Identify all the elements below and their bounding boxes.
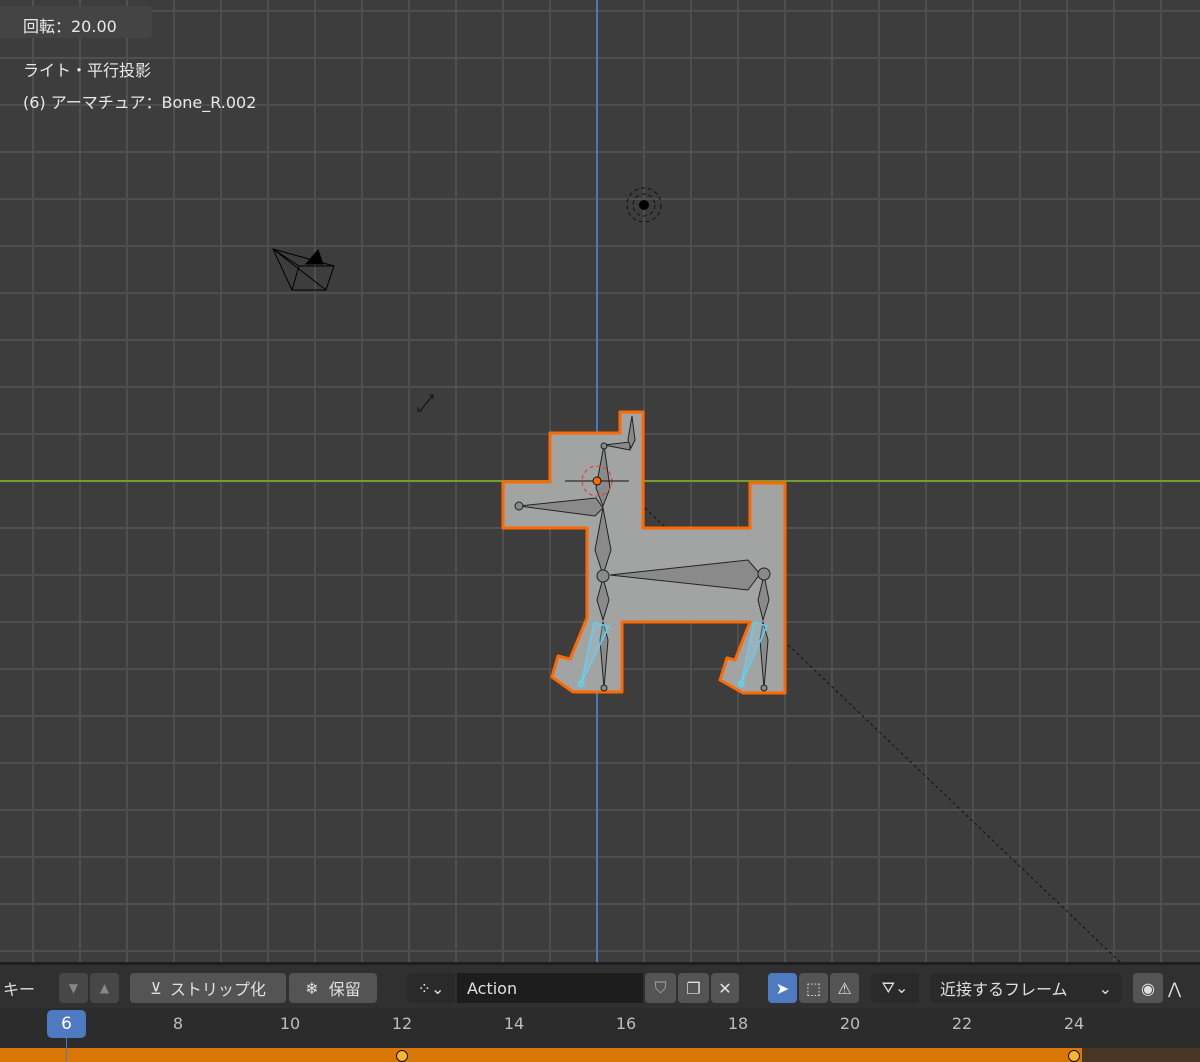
keys-menu[interactable]: キー [3, 973, 35, 1003]
frame-tick-label: 24 [1063, 1014, 1085, 1033]
frame-tick-label: 20 [839, 1014, 861, 1033]
action-track[interactable] [0, 1048, 1200, 1062]
frame-tick-label: 14 [503, 1014, 525, 1033]
keyframe-marker[interactable] [396, 1050, 408, 1062]
falloff-curve-icon: ⋀ [1168, 978, 1182, 998]
shield-icon: ⛉ [654, 978, 667, 997]
stash-button[interactable]: ❄ 保留 [289, 973, 377, 1003]
prev-action-button[interactable]: ▼ [59, 973, 88, 1003]
action-icon: ⁘⌄ [417, 978, 445, 998]
triangle-down-icon: ▼ [68, 981, 79, 995]
copy-icon: ❐ [686, 978, 701, 998]
snowflake-icon: ❄ [305, 978, 319, 998]
proportional-icon: ◉ [1141, 978, 1155, 998]
track-out-of-range [1082, 1048, 1200, 1062]
duplicate-action-button[interactable]: ❐ [678, 973, 709, 1003]
push-down-button[interactable]: ⊻ ストリップ化 [130, 973, 286, 1003]
push-down-icon: ⊻ [150, 978, 162, 998]
only-errors-toggle[interactable]: ⚠ [830, 973, 859, 1003]
frame-tick-label: 12 [391, 1014, 413, 1033]
dashed-box-icon: ⬚ [805, 978, 822, 998]
3d-viewport[interactable]: 回転：20.00 ライト・平行投影 (6) アーマチュア：Bone_R.002 [0, 0, 1200, 963]
current-frame-indicator[interactable]: 6 [47, 1010, 86, 1038]
frame-tick-label: 8 [172, 1014, 184, 1033]
playhead-line[interactable] [66, 1038, 67, 1062]
viewport-scene[interactable] [0, 0, 1200, 963]
snap-mode-label: 近接するフレーム [940, 980, 1068, 999]
fake-user-button[interactable]: ⛉ [645, 973, 676, 1003]
empty-arrows-icon [417, 394, 434, 412]
snap-mode-select[interactable]: 近接するフレーム ⌄ [930, 973, 1122, 1003]
only-selected-toggle[interactable]: ➤ [768, 973, 797, 1003]
frame-tick-label: 16 [615, 1014, 637, 1033]
filter-icon: ⛛⌄ [881, 978, 909, 997]
falloff-dropdown[interactable]: ⋀ [1168, 973, 1200, 1003]
camera-icon[interactable] [272, 248, 335, 291]
cursor-arrow-icon: ➤ [775, 978, 790, 998]
browse-action-button[interactable]: ⁘⌄ [407, 973, 455, 1003]
next-action-button[interactable]: ▲ [90, 973, 119, 1003]
show-hidden-toggle[interactable]: ⬚ [799, 973, 828, 1003]
unlink-action-button[interactable]: ✕ [711, 973, 739, 1003]
stash-label: 保留 [328, 980, 361, 999]
filter-dropdown[interactable]: ⛛⌄ [871, 973, 919, 1003]
frame-tick-label: 10 [279, 1014, 301, 1033]
frame-tick-label: 22 [951, 1014, 973, 1033]
keyframe-marker[interactable] [1068, 1050, 1080, 1062]
action-editor-header: キー ▼ ▲ ⊻ ストリップ化 ❄ 保留 ⁘⌄ Action ⛉ ❐ ✕ ➤ ⬚ ⚠… [0, 962, 1200, 1008]
chevron-down-icon: ⌄ [1098, 978, 1112, 998]
object-info: (6) アーマチュア：Bone_R.002 [23, 93, 257, 112]
rotation-readout: 回転：20.00 [23, 17, 117, 36]
frame-tick-label: 18 [727, 1014, 749, 1033]
timeline-ruler[interactable]: 8 10 12 14 16 18 20 22 24 [0, 1008, 1200, 1048]
view-name: ライト・平行投影 [23, 61, 152, 80]
warning-icon: ⚠ [837, 978, 852, 998]
triangle-up-icon: ▲ [99, 981, 110, 995]
close-icon: ✕ [718, 978, 732, 998]
proportional-edit-toggle[interactable]: ◉ [1133, 973, 1163, 1003]
push-down-label: ストリップ化 [169, 980, 266, 999]
action-name-field[interactable]: Action [457, 973, 643, 1003]
